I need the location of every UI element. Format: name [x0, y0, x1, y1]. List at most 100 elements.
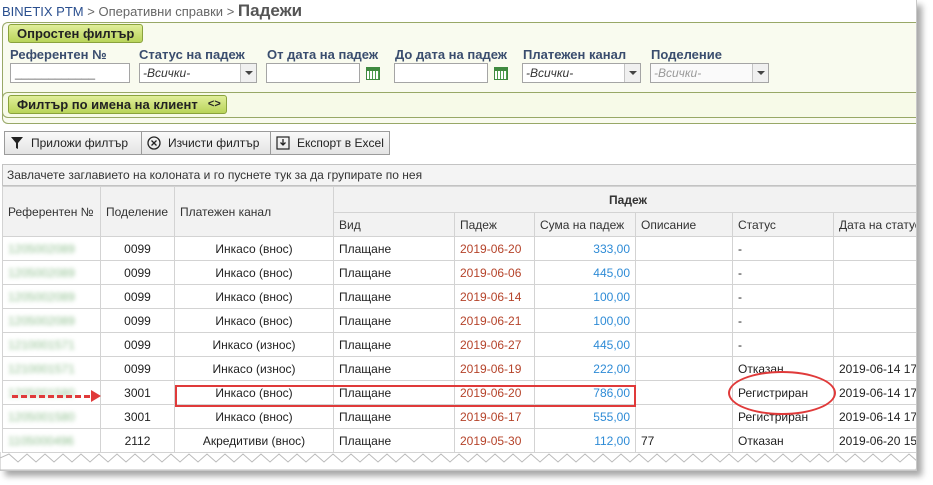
funnel-icon: [10, 136, 24, 150]
cell-type: Плащане: [333, 236, 455, 261]
cell-division: 0099: [100, 236, 175, 261]
cell-status: -: [732, 284, 834, 309]
annotation-arrow-line: [12, 395, 90, 398]
column-header-channel[interactable]: Платежен канал: [174, 186, 334, 237]
breadcrumb: BINETIX PTM > Оперативни справки > Падеж…: [2, 2, 302, 20]
cell-channel: Инкасо (внос): [174, 236, 334, 261]
chevron-down-icon[interactable]: [752, 64, 768, 82]
cell-description: [635, 380, 733, 405]
reference-input[interactable]: ____________: [10, 63, 130, 83]
cell-channel: Акредитиви (внос): [174, 428, 334, 453]
cell-reference: 1205001580: [2, 404, 101, 429]
column-header-reference[interactable]: Референтен №: [2, 186, 101, 237]
calendar-icon[interactable]: [494, 67, 508, 80]
toolbar: Приложи филтър Изчисти филтър Експорт в …: [2, 131, 390, 156]
export-excel-label: Експорт в Excel: [297, 136, 384, 150]
payment-channel-select[interactable]: -Всички-: [522, 63, 641, 83]
clear-filter-button[interactable]: Изчисти филтър: [141, 131, 271, 155]
table-row[interactable]: 1105000496 2112 Акредитиви (внос) Плащане 20…: [2, 428, 916, 453]
cell-amount: 333,00: [534, 236, 636, 261]
status-label: Статус на падеж: [139, 47, 245, 62]
cell-date: 2019-06-21: [454, 308, 535, 333]
cell-type: Плащане: [333, 284, 455, 309]
column-header-type[interactable]: Вид: [333, 212, 455, 237]
status-select[interactable]: -Всички-: [139, 63, 257, 83]
column-header-status-date[interactable]: Дата на статус: [832, 212, 916, 237]
cell-date: 2019-06-20: [454, 236, 535, 261]
table-row[interactable]: 1205002089 0099 Инкасо (внос) Плащане 2019-0…: [2, 236, 916, 261]
table-row[interactable]: 1205002089 0099 Инкасо (внос) Плащане 2019-0…: [2, 308, 916, 333]
cell-division: 2112: [100, 428, 175, 453]
cell-amount: 222,00: [534, 356, 636, 381]
group-by-drop-zone[interactable]: Завлачете заглавието на колоната и го пу…: [2, 164, 916, 186]
app-frame: BINETIX PTM > Оперативни справки > Падеж…: [0, 0, 917, 471]
simple-filter-header[interactable]: Опростен филтър: [8, 24, 144, 43]
chevron-down-icon[interactable]: [240, 64, 256, 82]
cell-description: [635, 308, 733, 333]
client-filter-header[interactable]: Филтър по имена на клиент <>: [8, 95, 227, 114]
cell-description: 77: [635, 428, 733, 453]
table-row[interactable]: 1205002089 0099 Инкасо (внос) Плащане 2019-0…: [2, 284, 916, 309]
apply-filter-button[interactable]: Приложи филтър: [4, 131, 142, 155]
cell-description: [635, 284, 733, 309]
column-header-description[interactable]: Описание: [635, 212, 733, 237]
cell-channel: Инкасо (внос): [174, 284, 334, 309]
cell-amount: 100,00: [534, 284, 636, 309]
chevron-down-icon[interactable]: [624, 64, 640, 82]
cell-type: Плащане: [333, 356, 455, 381]
column-header-status[interactable]: Статус: [732, 212, 834, 237]
annotation-arrow-icon: [91, 390, 101, 402]
cell-description: [635, 356, 733, 381]
cell-description: [635, 404, 733, 429]
clear-filter-label: Изчисти филтър: [168, 136, 260, 150]
cell-division: 3001: [100, 404, 175, 429]
cell-division: 0099: [100, 260, 175, 285]
cell-division: 0099: [100, 308, 175, 333]
cell-status: -: [732, 332, 834, 357]
cell-date: 2019-06-19: [454, 356, 535, 381]
cell-channel: Инкасо (износ): [174, 332, 334, 357]
table-row[interactable]: 1210001571 0099 Инкасо (износ) Плащане 2019-…: [2, 332, 916, 357]
date-from-input[interactable]: [266, 63, 360, 83]
cell-type: Плащане: [333, 404, 455, 429]
cell-status: Отказан: [732, 428, 834, 453]
cell-division: 3001: [100, 380, 175, 405]
cell-type: Плащане: [333, 308, 455, 333]
cell-description: [635, 332, 733, 357]
column-header-date[interactable]: Падеж: [454, 212, 535, 237]
reference-label: Референтен №: [10, 47, 107, 62]
calendar-icon[interactable]: [366, 67, 380, 80]
cell-status-date: [832, 284, 916, 309]
breadcrumb-reports-link[interactable]: Оперативни справки: [98, 4, 223, 19]
breadcrumb-app-link[interactable]: BINETIX PTM: [2, 4, 84, 19]
torn-edge-decoration: [0, 452, 916, 470]
column-header-division[interactable]: Поделение: [100, 186, 175, 237]
cell-status-date: [832, 236, 916, 261]
column-header-amount[interactable]: Сума на падеж: [534, 212, 636, 237]
cell-reference: 1205002089: [2, 284, 101, 309]
clear-circle-icon: [147, 136, 161, 150]
annotation-status-ellipse: [728, 371, 836, 415]
date-to-input[interactable]: [394, 63, 488, 83]
cell-amount: 112,00: [534, 428, 636, 453]
table-row[interactable]: 1205002089 0099 Инкасо (внос) Плащане 2019-0…: [2, 260, 916, 285]
apply-filter-label: Приложи филтър: [31, 136, 128, 150]
export-excel-button[interactable]: Експорт в Excel: [270, 131, 390, 155]
column-group-header-payment: Падеж: [332, 186, 916, 213]
grid-body: 1205002089 0099 Инкасо (внос) Плащане 2019-0…: [2, 236, 916, 453]
cell-reference: 1205002089: [2, 236, 101, 261]
cell-amount: 445,00: [534, 332, 636, 357]
cell-status-date: [832, 260, 916, 285]
cell-reference: 1210001571: [2, 356, 101, 381]
date-to-label: До дата на падеж: [395, 47, 507, 62]
cell-description: [635, 236, 733, 261]
download-icon: [276, 136, 290, 150]
payment-channel-label: Платежен канал: [523, 47, 627, 62]
division-select[interactable]: -Всички-: [650, 63, 769, 83]
cell-reference: 1205002089: [2, 260, 101, 285]
cell-division: 0099: [100, 332, 175, 357]
cell-type: Плащане: [333, 428, 455, 453]
expand-collapse-icon[interactable]: <>: [208, 96, 221, 113]
cell-status-date: 2019-06-14 17: [832, 404, 916, 429]
cell-status-date: [832, 332, 916, 357]
